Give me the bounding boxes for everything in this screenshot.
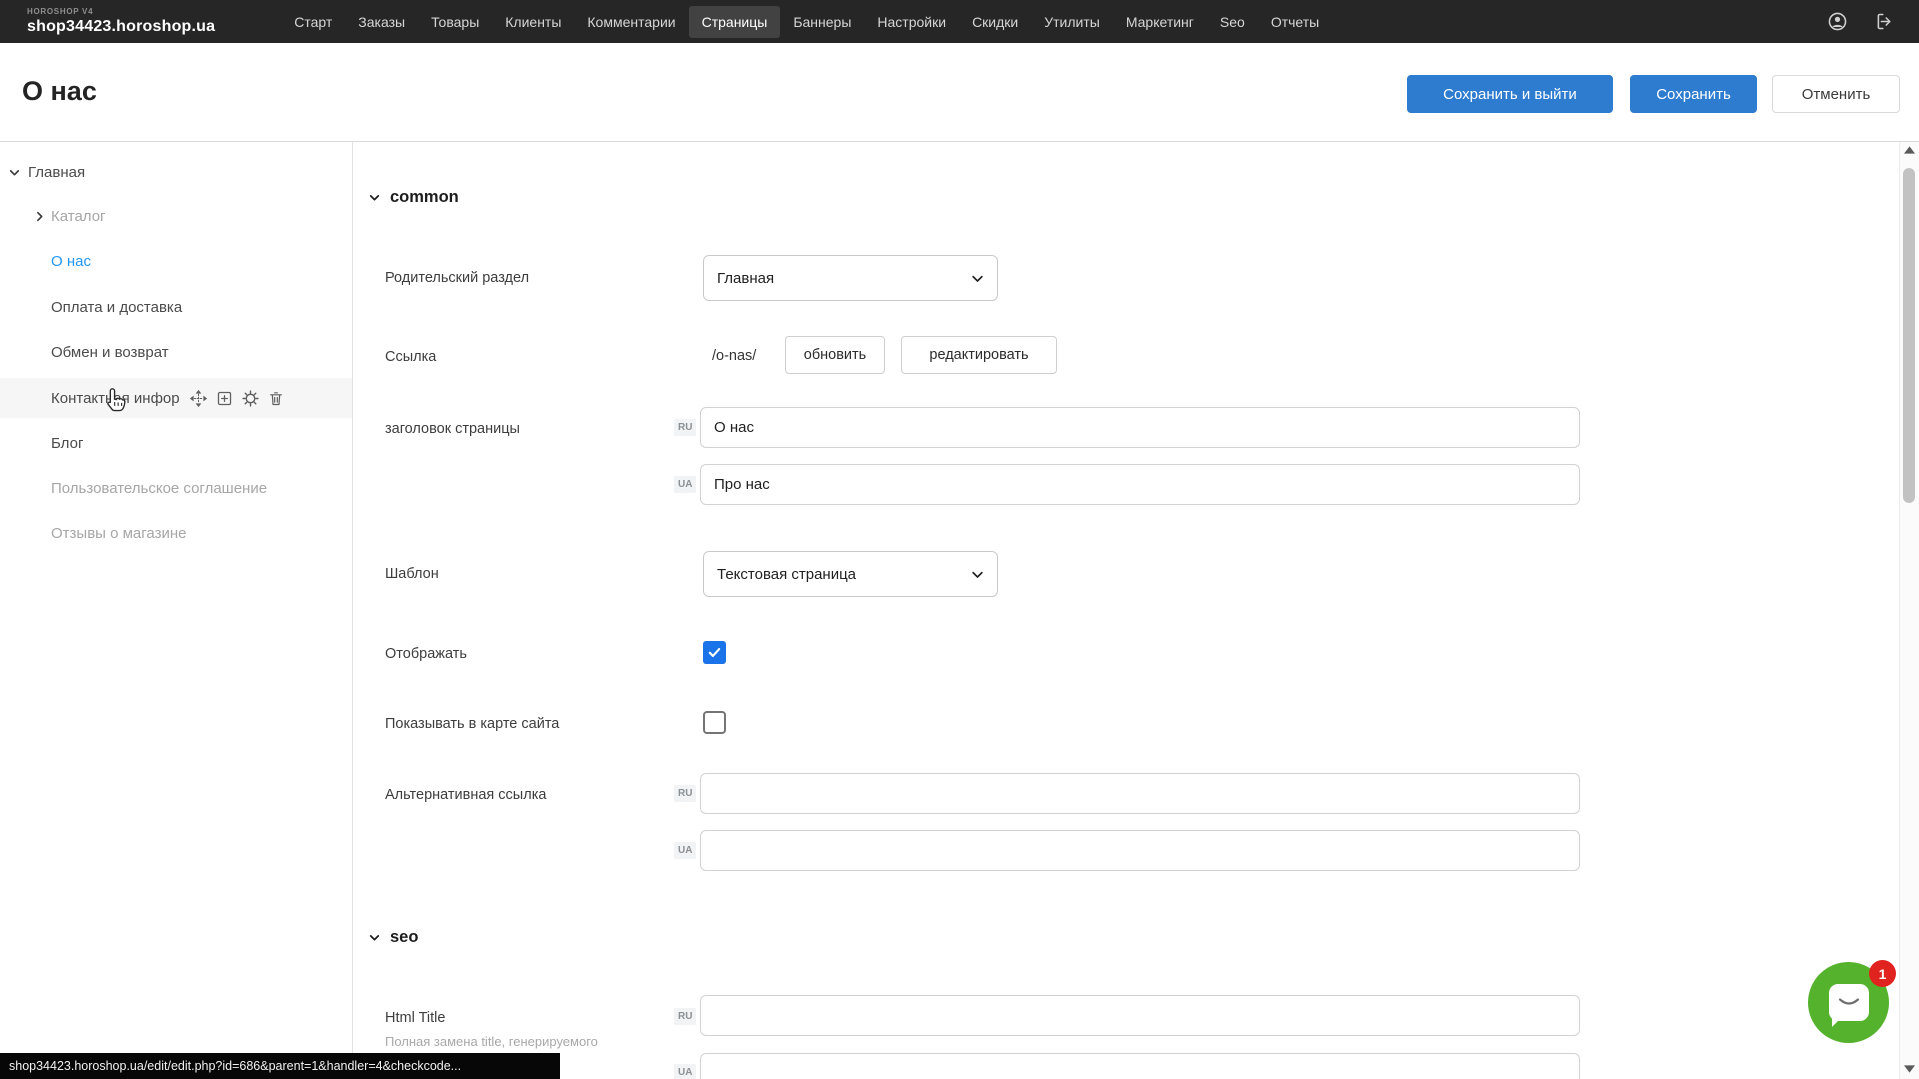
account-icon[interactable] [1827,11,1848,32]
sidebar-item-o-nas[interactable]: О нас [0,241,352,281]
page-title-field-label: заголовок страницы [385,421,520,437]
sidebar-item-kontaktnaya[interactable]: Контактная инфор [0,378,352,418]
alt-link-ua-input[interactable] [700,830,1580,871]
chevron-down-icon [970,271,985,286]
chevron-down-icon [368,191,381,204]
sidebar-item-glavnaya[interactable]: Главная [0,152,352,192]
page-title-ua-input[interactable] [700,464,1580,505]
alt-link-label: Альтернативная ссылка [385,787,546,803]
sidebar-item-label: О нас [51,253,91,270]
html-title-hint: Полная замена title, генерируемого [385,1034,598,1049]
settings-gear-icon[interactable] [242,390,259,407]
menu-item-marketing[interactable]: Маркетинг [1113,6,1207,38]
link-label: Ссылка [385,349,436,365]
app-window: HOROSHOP V4 shop34423.horoshop.ua Старт … [0,0,1919,1079]
sidebar-item-label: Пользовательское соглашение [51,480,267,497]
brand[interactable]: HOROSHOP V4 shop34423.horoshop.ua [27,8,215,35]
chevron-down-icon [368,931,381,944]
section-seo-label: seo [390,928,418,947]
sidebar-item-label: Главная [28,164,85,181]
sidebar-item-soglashenie[interactable]: Пользовательское соглашение [0,468,352,508]
template-select[interactable]: Текстовая страница [703,551,998,597]
sidebar-item-obmen[interactable]: Обмен и возврат [0,332,352,372]
section-seo[interactable]: seo [368,928,418,947]
status-url-text: shop34423.horoshop.ua/edit/edit.php?id=6… [9,1059,461,1073]
menu-item-products[interactable]: Товары [418,6,492,38]
menu-item-discounts[interactable]: Скидки [959,6,1031,38]
sitemap-checkbox[interactable] [703,711,726,734]
brand-version: HOROSHOP V4 [27,8,215,16]
sidebar-item-label: Отзывы о магазине [51,525,186,542]
page-title-ru-input[interactable] [700,407,1580,448]
scrollbar-down-icon[interactable] [1902,1065,1916,1073]
chevron-down-icon[interactable] [8,166,21,179]
add-page-icon[interactable] [216,390,233,407]
sidebar-item-otzyvy[interactable]: Отзывы о магазине [0,513,352,553]
template-label: Шаблон [385,566,439,582]
menu-item-clients[interactable]: Клиенты [492,6,574,38]
page-title: О нас [22,76,97,107]
cancel-button[interactable]: Отменить [1772,75,1900,113]
save-and-exit-button[interactable]: Сохранить и выйти [1407,75,1613,113]
lang-badge-ua: UA [674,842,696,859]
lang-badge-ua: UA [674,1064,696,1079]
sidebar-item-blog[interactable]: Блог [0,423,352,463]
logout-icon[interactable] [1874,11,1895,32]
chat-unread-badge[interactable]: 1 [1869,960,1896,987]
menu-item-comments[interactable]: Комментарии [574,6,688,38]
link-edit-button[interactable]: редактировать [901,336,1057,374]
menu-item-reports[interactable]: Отчеты [1258,6,1332,38]
move-icon[interactable] [190,390,207,407]
lang-badge-ru: RU [674,419,696,436]
lang-badge-ua: UA [674,476,696,493]
sidebar-item-label: Блог [51,435,83,452]
chevron-down-icon [970,567,985,582]
sidebar-item-katalog[interactable]: Каталог [0,196,352,236]
lang-badge-ru: RU [674,1008,696,1025]
header-divider [0,141,1919,142]
main-menu: Старт Заказы Товары Клиенты Комментарии … [281,6,1332,38]
link-value: /o-nas/ [712,348,756,364]
menu-item-utilities[interactable]: Утилиты [1031,6,1113,38]
menu-item-orders[interactable]: Заказы [345,6,418,38]
chevron-right-icon[interactable] [33,210,46,223]
chat-bubble-icon [1829,984,1869,1021]
alt-link-ru-input[interactable] [700,773,1580,814]
parent-section-select[interactable]: Главная [703,255,998,301]
template-value: Текстовая страница [717,566,856,583]
display-checkbox[interactable] [703,641,726,664]
sidebar-item-label: Каталог [51,208,106,225]
section-common[interactable]: common [368,188,459,207]
menu-item-start[interactable]: Старт [281,6,345,38]
topbar-icons [1827,11,1895,32]
status-url-tooltip: shop34423.horoshop.ua/edit/edit.php?id=6… [0,1053,560,1079]
lang-badge-ru: RU [674,785,696,802]
save-button[interactable]: Сохранить [1630,75,1757,113]
link-refresh-button[interactable]: обновить [785,336,885,374]
scrollbar-thumb[interactable] [1903,168,1915,503]
menu-item-settings[interactable]: Настройки [864,6,959,38]
html-title-ua-input[interactable] [700,1053,1580,1079]
menu-item-seo[interactable]: Seo [1207,6,1258,38]
sidebar-item-oplata[interactable]: Оплата и доставка [0,287,352,327]
sitemap-label: Показывать в карте сайта [385,716,559,732]
sidebar-item-label: Обмен и возврат [51,344,169,361]
parent-section-value: Главная [717,270,774,287]
html-title-label: Html Title [385,1010,445,1026]
sidebar-divider [352,142,353,1079]
topbar: HOROSHOP V4 shop34423.horoshop.ua Старт … [0,0,1919,43]
delete-trash-icon[interactable] [268,390,284,407]
check-icon [707,645,722,660]
brand-domain: shop34423.horoshop.ua [27,19,215,35]
section-common-label: common [390,188,459,207]
scrollbar-up-icon[interactable] [1902,146,1916,154]
sidebar-item-label: Контактная инфор [51,390,180,407]
menu-item-banners[interactable]: Баннеры [780,6,864,38]
sidebar-item-label: Оплата и доставка [51,299,182,316]
tree-row-actions [190,390,284,407]
parent-section-label: Родительский раздел [385,270,529,286]
html-title-ru-input[interactable] [700,995,1580,1036]
menu-item-pages[interactable]: Страницы [689,6,781,38]
display-label: Отображать [385,646,467,662]
